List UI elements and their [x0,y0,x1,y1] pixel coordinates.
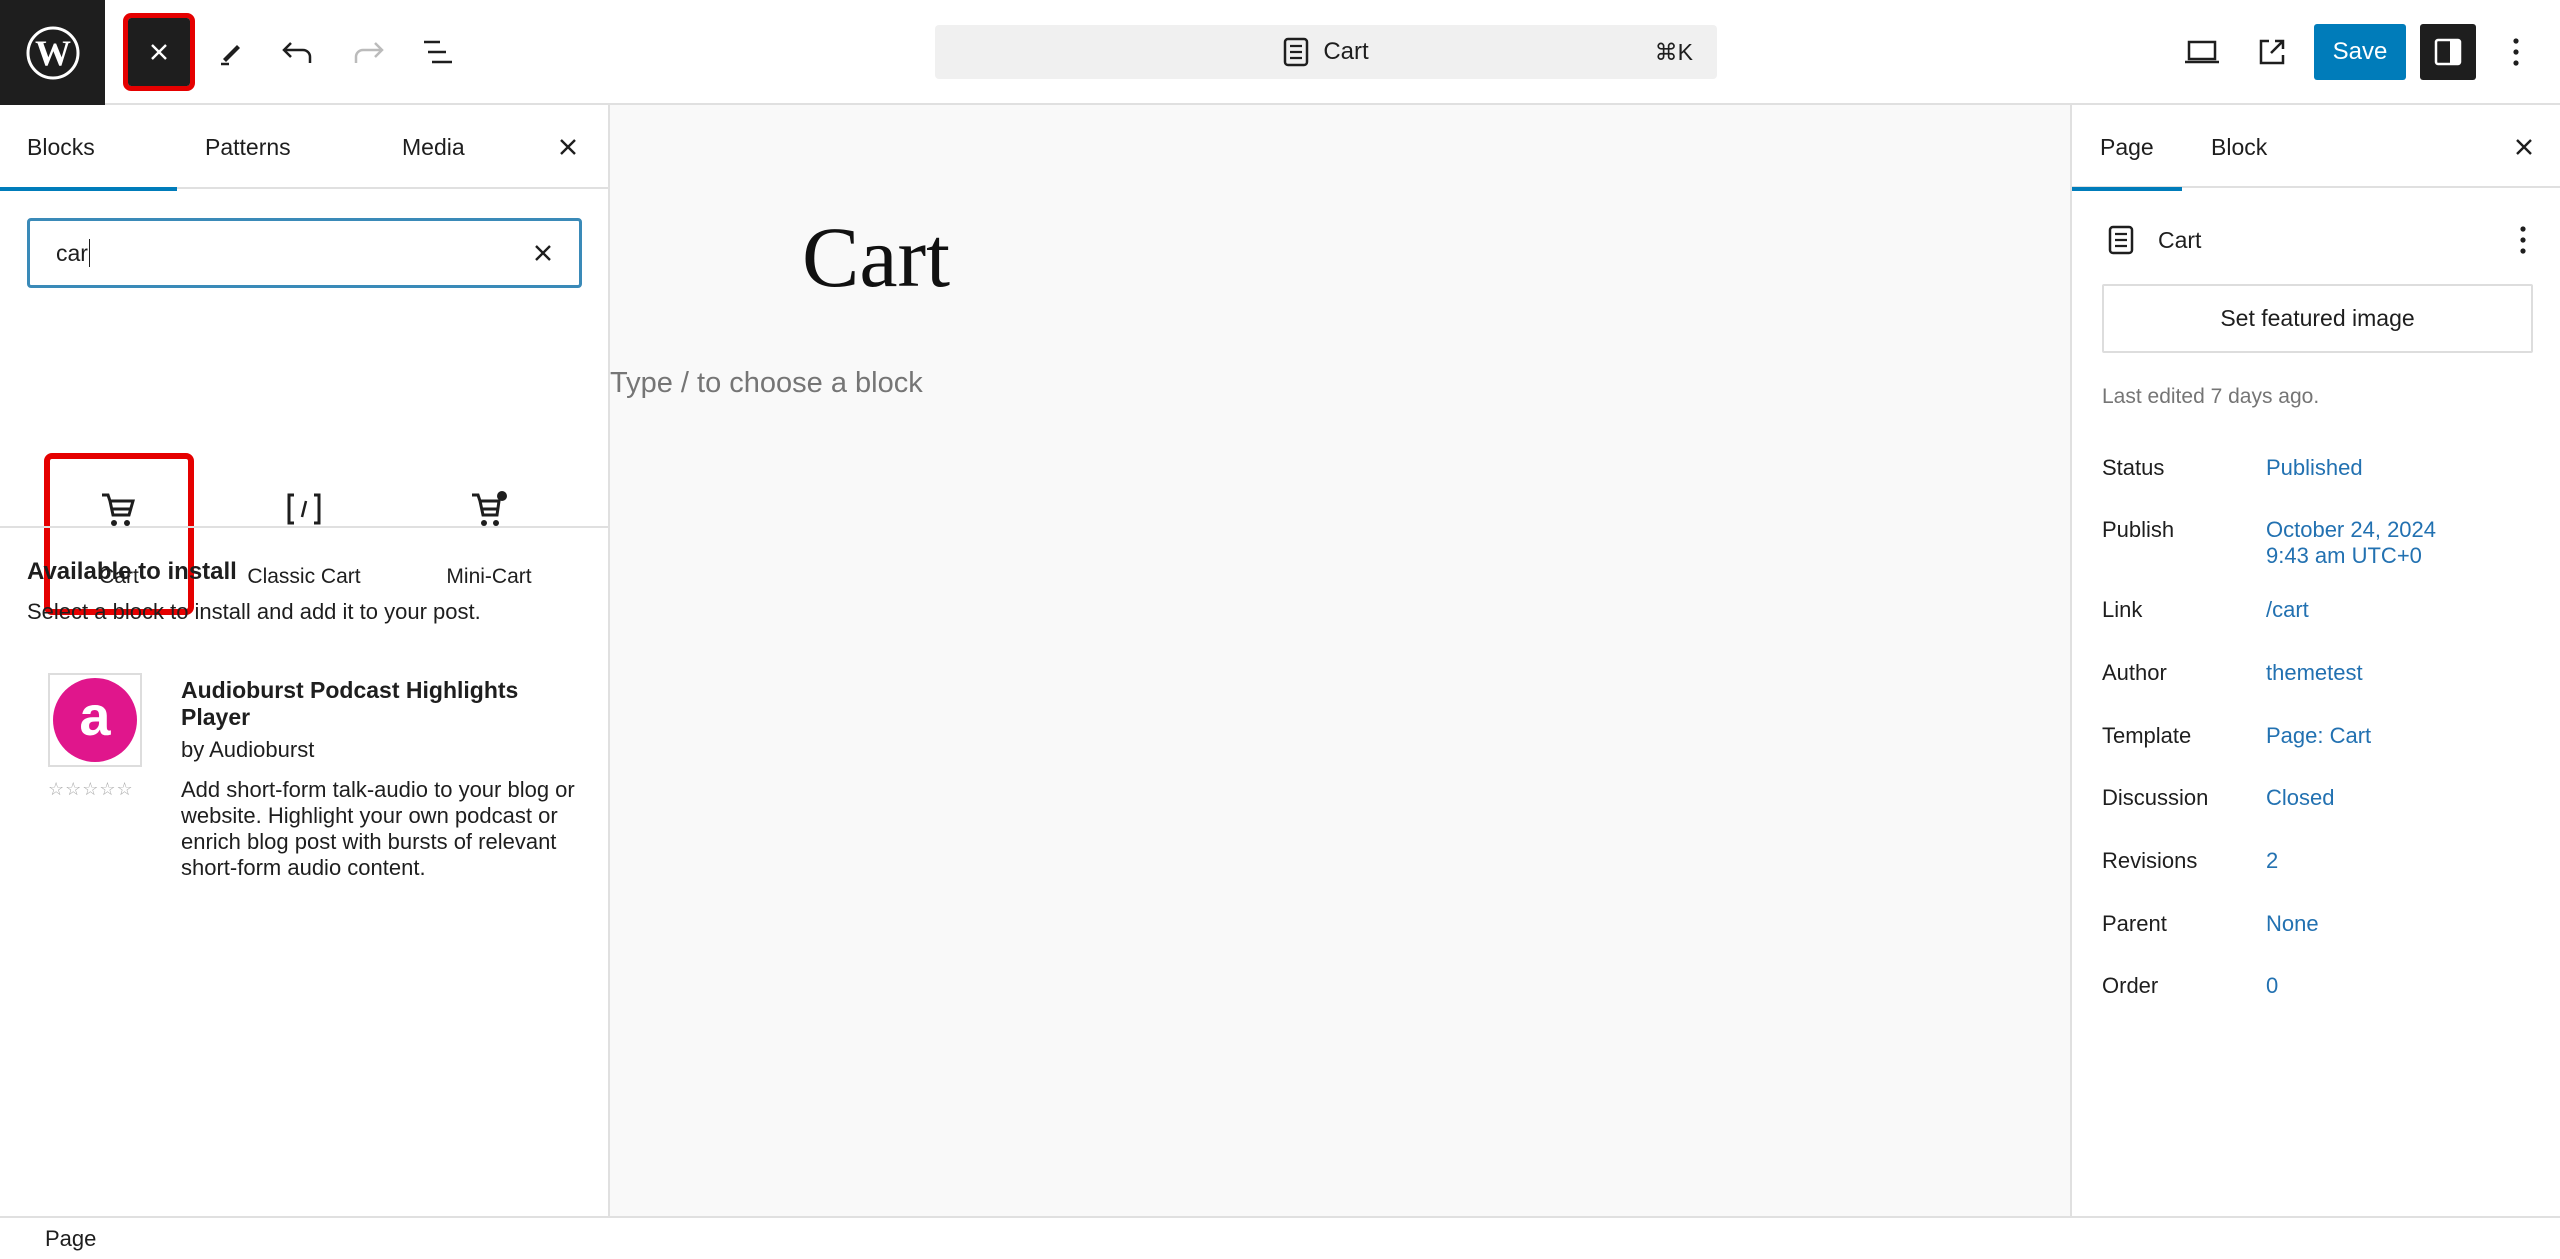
plugin-author: by Audioburst [181,737,315,762]
more-options-button[interactable] [2488,20,2544,84]
available-to-install-description: Select a block to install and add it to … [27,599,481,624]
meta-label: Parent [2102,911,2167,936]
publish-date-value[interactable]: October 24, 2024 9:43 am UTC+0 [2266,517,2436,569]
block-search-input[interactable]: car [27,218,582,288]
editor-header: W Cart ⌘K Save [0,0,2560,105]
tab-patterns[interactable]: Patterns [205,105,291,189]
publish-time: 9:43 am UTC+0 [2266,543,2422,568]
close-icon [2516,139,2532,155]
document-overview-button[interactable] [406,20,470,84]
plugin-description: Add short-form talk-audio to your blog o… [181,777,575,880]
block-placeholder[interactable]: Type / to choose a block [610,367,923,400]
meta-label: Discussion [2102,785,2209,810]
keyboard-shortcut: ⌘K [1654,38,1693,65]
inserter-tabs: Blocks Patterns Media [0,105,608,191]
post-title[interactable]: Cart [802,207,950,307]
plugin-icon: a [48,673,142,767]
page-icon [1284,37,1309,67]
meta-label: Link [2102,597,2143,622]
block-item-label: Classic Cart [247,565,361,588]
editor-canvas: Cart Type / to choose a block [610,105,2070,1216]
meta-label: Order [2102,973,2159,998]
more-vertical-icon [2520,226,2526,254]
status-value[interactable]: Published [2266,455,2363,481]
view-page-button[interactable] [2240,20,2304,84]
meta-label: Status [2102,455,2165,480]
wordpress-icon: W [26,26,79,79]
close-icon [151,44,167,60]
list-view-icon [424,40,452,64]
redo-button[interactable] [336,20,400,84]
section-divider [0,526,610,528]
tab-page[interactable]: Page [2072,105,2182,191]
block-results: Cart Classic Cart Mini-Cart [0,325,610,615]
mini-cart-icon [469,479,509,539]
meta-label: Template [2102,723,2192,748]
block-item-mini-cart[interactable]: Mini-Cart [404,459,574,609]
parent-value[interactable]: None [2266,911,2319,937]
settings-tabs: Page Block [2072,105,2560,191]
order-value[interactable]: 0 [2266,973,2278,999]
rating-stars: ☆☆☆☆☆ [48,779,134,799]
meta-label: Revisions [2102,848,2198,873]
settings-sidebar-toggle[interactable] [2420,24,2476,80]
redo-icon [354,42,384,63]
document-card: Cart [2108,215,2538,265]
discussion-value[interactable]: Closed [2266,785,2334,811]
external-link-icon [2259,39,2285,65]
block-item-classic-cart[interactable]: Classic Cart [219,459,389,609]
meta-label: Publish [2102,517,2175,542]
sidebar-icon [2434,38,2462,66]
page-icon [2108,225,2134,255]
desktop-icon [2185,40,2219,64]
pencil-icon [221,45,240,66]
text-caret [88,239,91,267]
tab-block[interactable]: Block [2211,105,2267,189]
last-edited-text: Last edited 7 days ago. [2102,385,2320,408]
publish-date: October 24, 2024 [2266,517,2437,542]
clear-search-button[interactable] [525,235,561,271]
command-palette-button[interactable]: Cart ⌘K [935,25,1717,79]
editor-footer: Page [0,1216,2560,1259]
block-inserter-panel: Blocks Patterns Media car Cart Classic C… [0,105,610,1216]
close-icon [535,245,551,261]
more-vertical-icon [2513,38,2519,66]
available-to-install-heading: Available to install [27,558,237,585]
settings-sidebar: Page Block Cart Set featured image Last … [2070,105,2560,1216]
tab-blocks[interactable]: Blocks [0,105,177,191]
set-featured-image-button[interactable]: Set featured image [2102,284,2533,353]
tab-media[interactable]: Media [402,105,465,189]
block-item-label: Mini-Cart [446,565,532,588]
block-item-cart[interactable]: Cart [44,453,194,615]
plugin-title: Audioburst Podcast Highlights Player [181,677,519,730]
close-icon [560,139,576,155]
document-name: Cart [2158,226,2202,253]
template-value[interactable]: Page: Cart [2266,723,2371,749]
undo-button[interactable] [266,20,330,84]
shortcode-icon [284,479,324,539]
wordpress-logo[interactable]: W [0,0,105,105]
breadcrumb-page[interactable]: Page [45,1226,96,1252]
close-inserter-panel-button[interactable] [548,127,588,167]
meta-label: Author [2102,660,2167,685]
undo-icon [282,42,312,63]
audioburst-logo: a [53,678,137,762]
save-button[interactable]: Save [2314,24,2406,80]
revisions-value[interactable]: 2 [2266,848,2278,874]
document-title: Cart [1323,38,1369,65]
cart-icon [99,479,139,539]
close-settings-button[interactable] [2504,127,2544,167]
link-value[interactable]: /cart [2266,597,2309,623]
tools-button[interactable] [198,20,262,84]
close-inserter-button[interactable] [123,13,195,91]
preview-button[interactable] [2170,20,2234,84]
author-value[interactable]: themetest [2266,660,2363,686]
search-value: car [56,239,88,266]
document-actions-button[interactable] [2508,225,2538,255]
svg-text:W: W [35,33,71,73]
